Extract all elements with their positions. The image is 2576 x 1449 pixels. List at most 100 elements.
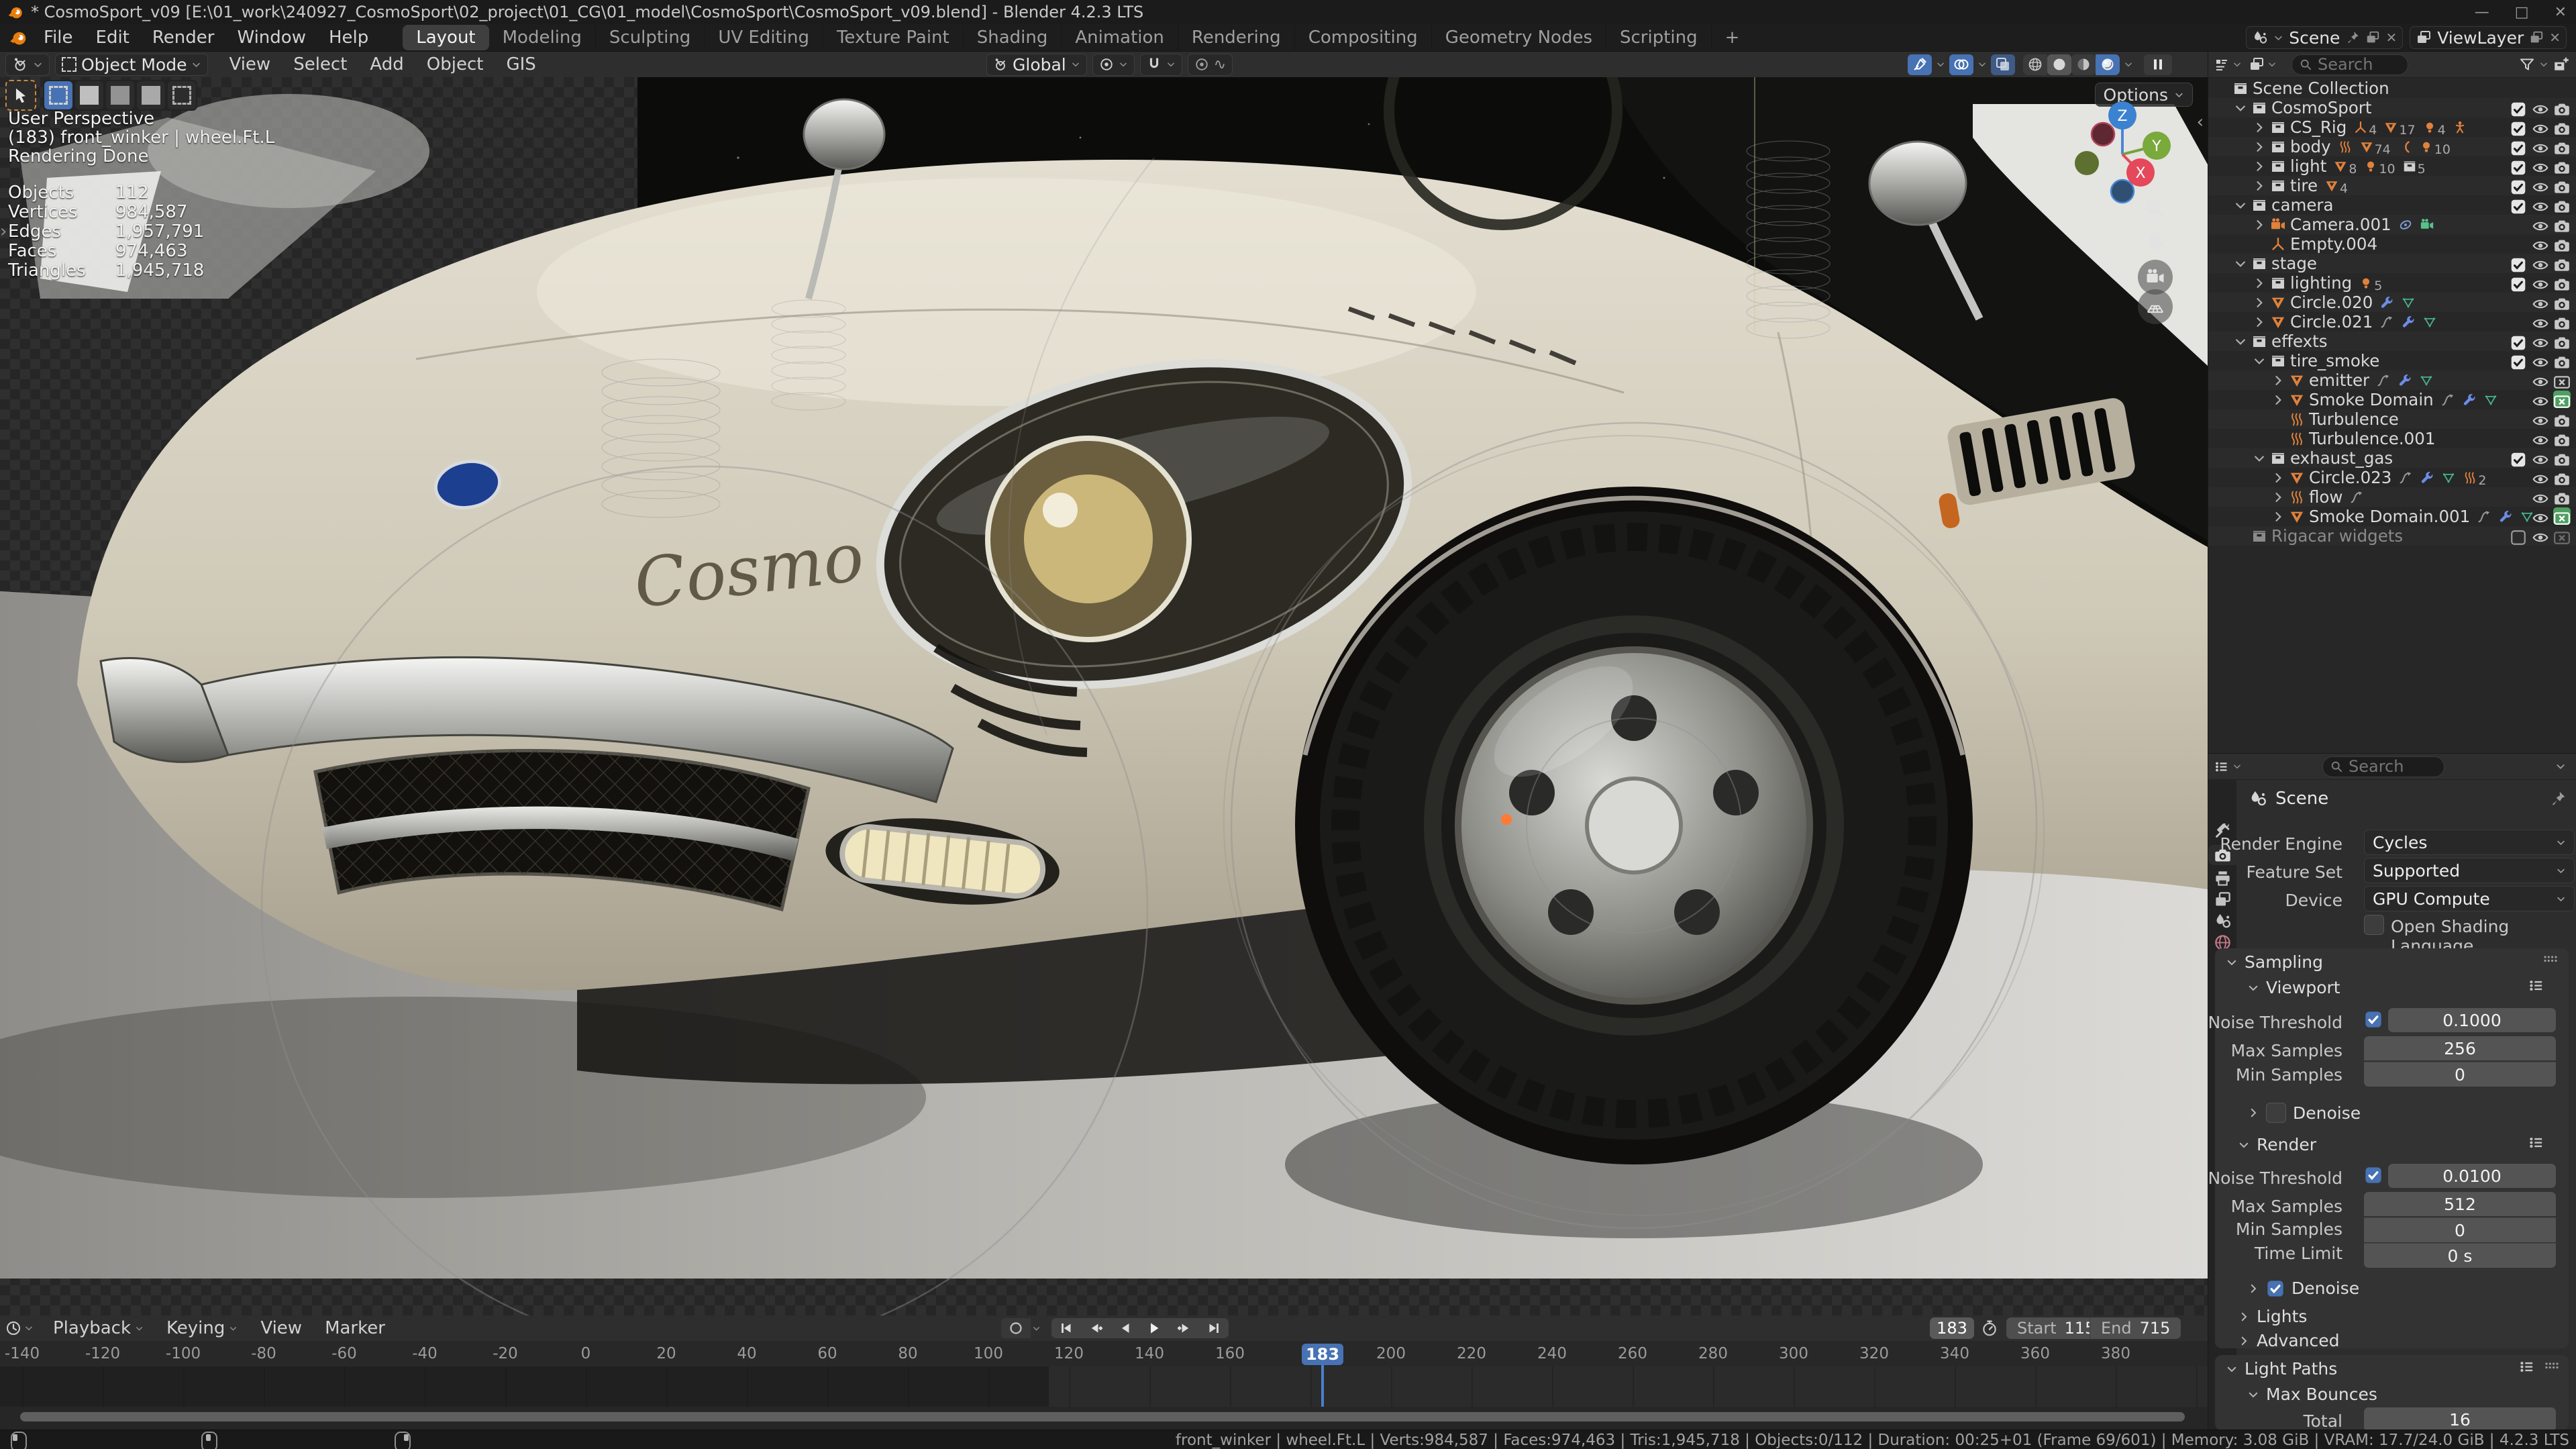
menu-file[interactable]: File xyxy=(32,24,85,51)
select-mode-new-button[interactable] xyxy=(44,81,72,109)
add-workspace-button[interactable]: + xyxy=(1712,25,1753,50)
disable-render-toggle[interactable] xyxy=(2553,332,2571,350)
unlink-scene-icon[interactable]: ✕ xyxy=(2385,30,2397,46)
editor-type-button[interactable] xyxy=(5,54,50,76)
disable-render-toggle[interactable] xyxy=(2553,138,2571,155)
rn-time-limit-field[interactable]: 0 s xyxy=(2364,1243,2556,1268)
disable-render-toggle[interactable] xyxy=(2553,118,2571,136)
pivot-point-dropdown[interactable] xyxy=(1092,54,1135,76)
vp-max-samples-field[interactable]: 256 xyxy=(2364,1036,2556,1060)
properties-tab-view-layer[interactable] xyxy=(2208,889,2236,909)
hide-viewport-toggle[interactable] xyxy=(2532,371,2549,389)
total-bounces-field[interactable]: 16 xyxy=(2364,1407,2556,1432)
disable-render-toggle[interactable] xyxy=(2553,468,2571,486)
viewport-menu-add[interactable]: Add xyxy=(358,51,415,78)
drag-grid-icon[interactable] xyxy=(2544,1358,2560,1374)
select-mode-subtract-button[interactable] xyxy=(106,81,134,109)
vp-noise-threshold-field[interactable]: 0.1000 xyxy=(2388,1008,2556,1032)
timeline-ruler[interactable]: -140-120-100-80-60-40-200204060801001201… xyxy=(0,1341,2208,1366)
minimize-button[interactable]: — xyxy=(2475,4,2489,21)
device-dropdown[interactable]: GPU Compute xyxy=(2364,886,2575,911)
select-mode-intersect-button[interactable] xyxy=(168,81,196,109)
disable-render-toggle[interactable] xyxy=(2553,177,2571,194)
remove-viewlayer-icon[interactable]: ✕ xyxy=(2549,30,2561,46)
properties-tab-output[interactable] xyxy=(2208,868,2236,888)
preset-list-icon[interactable] xyxy=(2528,1134,2545,1151)
outliner-row-circle-021[interactable]: Circle.021 xyxy=(2208,312,2576,332)
outliner-row-cosmosport[interactable]: CosmoSport xyxy=(2208,98,2576,117)
hide-viewport-toggle[interactable] xyxy=(2532,235,2549,252)
rn-denoise-row[interactable]: Denoise xyxy=(2247,1279,2359,1298)
menu-window[interactable]: Window xyxy=(225,24,317,51)
collection-checkbox[interactable] xyxy=(2510,177,2527,194)
proportional-edit-dropdown[interactable]: ∿ xyxy=(1188,54,1233,76)
hide-viewport-toggle[interactable] xyxy=(2532,274,2549,291)
vp-denoise-checkbox[interactable] xyxy=(2266,1103,2286,1123)
pan-button[interactable] xyxy=(2143,230,2166,253)
stopwatch-icon[interactable] xyxy=(1981,1319,1998,1337)
rn-denoise-checkbox[interactable] xyxy=(2266,1279,2285,1298)
vp-min-samples-field[interactable]: 0 xyxy=(2364,1062,2556,1087)
new-collection-icon[interactable] xyxy=(2553,56,2570,73)
render-override-toggle[interactable] xyxy=(2553,391,2571,408)
disable-render-toggle[interactable] xyxy=(2553,430,2571,447)
select-mode-invert-button[interactable] xyxy=(137,81,165,109)
viewport-menu-view[interactable]: View xyxy=(217,51,282,78)
tab-compositing[interactable]: Compositing xyxy=(1295,25,1432,50)
xray-toggle[interactable] xyxy=(1991,54,2015,75)
timeline-menu-playback[interactable]: Playback xyxy=(42,1315,155,1342)
hide-viewport-toggle[interactable] xyxy=(2532,332,2549,350)
current-frame-field[interactable]: 183 xyxy=(1930,1317,1974,1339)
tab-geometry-nodes[interactable]: Geometry Nodes xyxy=(1432,25,1606,50)
rn-noise-threshold-checkbox[interactable] xyxy=(2364,1166,2383,1185)
close-button[interactable]: ✕ xyxy=(2555,4,2567,21)
transform-orientation-dropdown[interactable]: Global xyxy=(986,54,1087,76)
render-engine-dropdown[interactable]: Cycles xyxy=(2364,830,2575,855)
hide-viewport-toggle[interactable] xyxy=(2532,99,2549,116)
properties-search-input[interactable]: Search xyxy=(2322,756,2444,777)
pin-icon[interactable] xyxy=(2549,790,2567,807)
frame-end-field[interactable]: End 715 xyxy=(2090,1317,2181,1339)
hide-viewport-toggle[interactable] xyxy=(2532,468,2549,486)
outliner-row-light[interactable]: light8105 xyxy=(2208,156,2576,176)
outliner-row-empty-004[interactable]: Empty.004 xyxy=(2208,234,2576,254)
collection-checkbox[interactable] xyxy=(2510,449,2527,466)
active-tool-button[interactable] xyxy=(5,80,36,111)
viewport-menu-select[interactable]: Select xyxy=(282,51,358,78)
tab-texture-paint[interactable]: Texture Paint xyxy=(823,25,964,50)
tab-scripting[interactable]: Scripting xyxy=(1606,25,1712,50)
outliner-display-mode-button[interactable] xyxy=(2249,56,2277,72)
tab-uv-editing[interactable]: UV Editing xyxy=(705,25,823,50)
jump-to-end-button[interactable] xyxy=(1199,1318,1229,1338)
hide-viewport-toggle[interactable] xyxy=(2532,352,2549,369)
hide-viewport-toggle[interactable] xyxy=(2532,177,2549,194)
disable-render-toggle[interactable] xyxy=(2553,99,2571,116)
collection-checkbox[interactable] xyxy=(2510,138,2527,155)
disable-render-toggle[interactable] xyxy=(2553,313,2571,330)
disable-render-toggle[interactable] xyxy=(2553,527,2571,544)
outliner-row-smoke-domain[interactable]: Smoke Domain xyxy=(2208,390,2576,409)
playhead-frame-badge[interactable]: 183 xyxy=(1302,1344,1343,1365)
outliner-row-emitter[interactable]: emitter xyxy=(2208,370,2576,390)
advanced-section-row[interactable]: Advanced xyxy=(2238,1331,2340,1350)
outliner-row-lighting[interactable]: lighting5 xyxy=(2208,273,2576,293)
filter-icon[interactable] xyxy=(2519,56,2535,72)
outliner-row-effexts[interactable]: effexts xyxy=(2208,332,2576,351)
collection-checkbox[interactable] xyxy=(2510,99,2527,116)
hide-viewport-toggle[interactable] xyxy=(2532,391,2549,408)
disable-render-toggle[interactable] xyxy=(2553,274,2571,291)
osl-checkbox[interactable] xyxy=(2364,915,2384,935)
tab-layout[interactable]: Layout xyxy=(403,25,488,50)
rn-min-samples-field[interactable]: 0 xyxy=(2364,1217,2556,1242)
outliner-row-flow[interactable]: flow xyxy=(2208,487,2576,507)
play-reverse-button[interactable] xyxy=(1111,1318,1140,1338)
tab-shading[interactable]: Shading xyxy=(964,25,1062,50)
timeline-scrollbar[interactable] xyxy=(20,1412,2185,1421)
timeline-menu-keying[interactable]: Keying xyxy=(155,1315,249,1342)
collection-checkbox[interactable] xyxy=(2510,118,2527,136)
chevron-down-icon[interactable] xyxy=(2539,60,2548,69)
auto-key-button[interactable] xyxy=(1001,1318,1031,1338)
shading-solid-button[interactable] xyxy=(2047,54,2071,75)
collection-checkbox[interactable] xyxy=(2510,196,2527,213)
outliner-editor-type-button[interactable] xyxy=(2214,56,2242,72)
